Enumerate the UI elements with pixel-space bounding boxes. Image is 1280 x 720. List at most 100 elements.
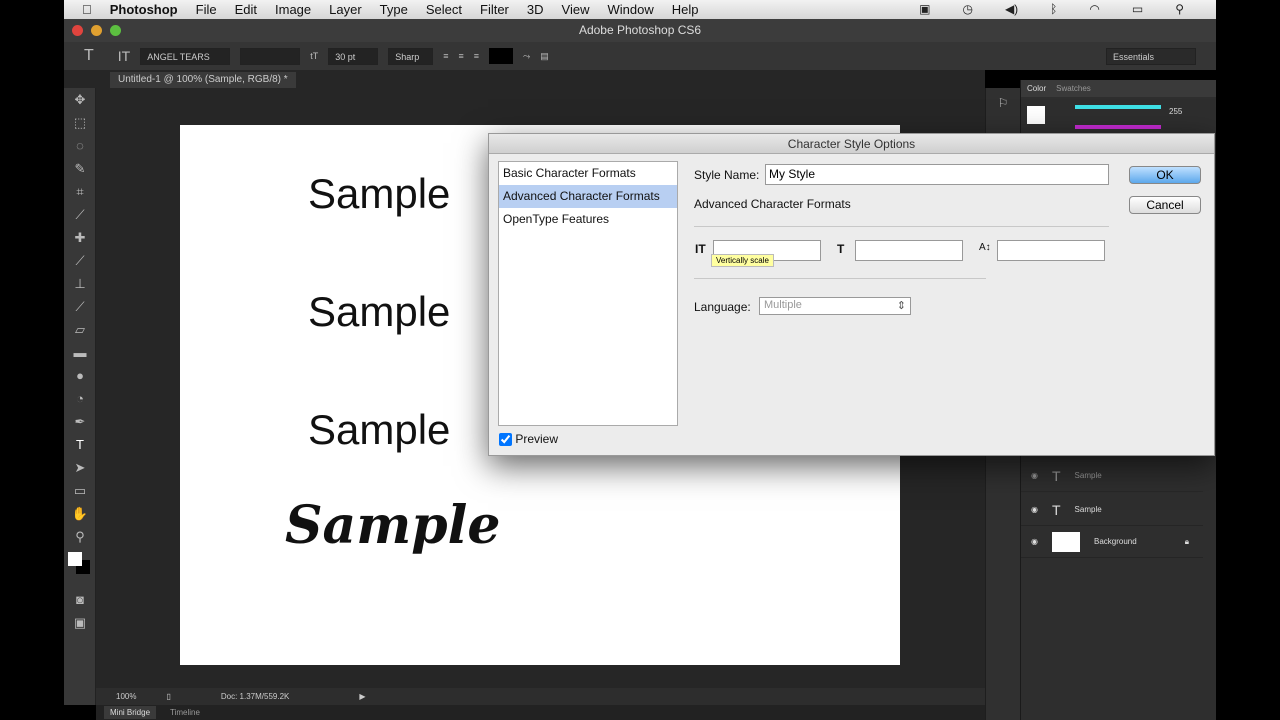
menu-photoshop[interactable]: Photoshop (110, 2, 178, 17)
character-panel-icon[interactable]: ▤ (540, 51, 549, 62)
warp-text-icon[interactable]: ⤳ (523, 51, 530, 62)
foreground-color-swatch[interactable] (68, 552, 82, 566)
orientation-toggle-icon[interactable]: IT (118, 48, 130, 64)
export-icon[interactable]: ▯ (166, 692, 170, 701)
shape-tool-icon[interactable]: ▭ (64, 479, 96, 502)
language-label: Language: (694, 300, 751, 314)
layer-row[interactable]: ◉ T Sample (1021, 494, 1203, 526)
menu-image[interactable]: Image (275, 2, 311, 17)
menu-window[interactable]: Window (607, 2, 653, 17)
style-name-input[interactable]: My Style (765, 164, 1109, 185)
status-menu-arrow-icon[interactable]: ▶ (359, 692, 365, 701)
color-value-1[interactable]: 255 (1169, 107, 1182, 116)
marquee-tool-icon[interactable]: ⬚ (64, 111, 96, 134)
visibility-eye-icon[interactable]: ◉ (1031, 471, 1038, 480)
tooltip: Vertically scale (711, 254, 774, 267)
menu-layer[interactable]: Layer (329, 2, 362, 17)
blur-tool-icon[interactable]: ● (64, 364, 96, 387)
layer-name: Background (1093, 537, 1137, 546)
preview-checkbox-input[interactable] (499, 433, 512, 447)
eraser-tool-icon[interactable]: ▱ (64, 318, 96, 341)
zoom-button[interactable] (110, 25, 121, 36)
volume-icon[interactable]: ◀) (1005, 2, 1018, 16)
display-icon[interactable]: ▣ (919, 2, 930, 16)
type-tool-icon[interactable]: T (84, 47, 94, 65)
baseline-shift-input[interactable] (997, 240, 1105, 261)
category-advanced[interactable]: Advanced Character Formats (499, 185, 677, 208)
close-button[interactable] (72, 25, 83, 36)
layer-row[interactable]: ◉ T Sample (1021, 460, 1203, 492)
battery-icon[interactable]: ▭ (1132, 2, 1143, 16)
zoom-level[interactable]: 100% (116, 692, 136, 701)
ok-button[interactable]: OK (1129, 166, 1201, 184)
color-swatches[interactable] (64, 548, 95, 588)
lasso-tool-icon[interactable]: ◌ (64, 134, 96, 157)
hand-tool-icon[interactable]: ✋ (64, 502, 96, 525)
align-left-button[interactable]: ≡ (443, 51, 448, 61)
minimize-button[interactable] (91, 25, 102, 36)
text-layer-script-sample[interactable]: Sample (285, 495, 500, 556)
tab-color[interactable]: Color (1027, 84, 1046, 93)
menu-select[interactable]: Select (426, 2, 462, 17)
align-right-button[interactable]: ≡ (474, 51, 479, 61)
move-tool-icon[interactable]: ✥ (64, 88, 96, 111)
tab-timeline[interactable]: Timeline (170, 708, 200, 717)
menu-edit[interactable]: Edit (235, 2, 257, 17)
layer-row[interactable]: ◉ Background 🔒︎ (1021, 526, 1203, 558)
cancel-button[interactable]: Cancel (1129, 196, 1201, 214)
tab-swatches[interactable]: Swatches (1056, 84, 1091, 93)
color-slider-1[interactable] (1075, 105, 1161, 109)
menu-file[interactable]: File (196, 2, 217, 17)
visibility-eye-icon[interactable]: ◉ (1031, 537, 1038, 546)
spotlight-search-icon[interactable]: ⚲ (1175, 2, 1184, 16)
menu-view[interactable]: View (562, 2, 590, 17)
pen-tool-icon[interactable]: ✒ (64, 410, 96, 433)
eyedropper-tool-icon[interactable]: ⟋ (64, 203, 96, 226)
quick-mask-icon[interactable]: ◙ (64, 588, 96, 611)
brush-tool-icon[interactable]: ⟋ (64, 249, 96, 272)
apple-icon[interactable]:  (82, 2, 92, 17)
wifi-icon[interactable]: ◠ (1089, 2, 1099, 16)
history-brush-tool-icon[interactable]: ⟋ (64, 295, 96, 318)
font-family-select[interactable]: ANGEL TEARS (140, 47, 231, 65)
gradient-tool-icon[interactable]: ▬ (64, 341, 96, 364)
text-layer-sample[interactable]: Sample (308, 288, 450, 336)
dodge-tool-icon[interactable]: ◔ (64, 387, 96, 410)
path-select-tool-icon[interactable]: ➤ (64, 456, 96, 479)
stamp-tool-icon[interactable]: ⊥ (64, 272, 96, 295)
history-panel-icon[interactable]: ⚐ (986, 96, 1020, 110)
text-layer-sample[interactable]: Sample (308, 170, 450, 218)
color-slider-2[interactable] (1075, 125, 1161, 129)
document-tab[interactable]: Untitled-1 @ 100% (Sample, RGB/8) * (110, 72, 296, 88)
category-opentype[interactable]: OpenType Features (499, 208, 677, 231)
healing-tool-icon[interactable]: ✚ (64, 226, 96, 249)
font-style-select[interactable] (240, 47, 301, 65)
menu-filter[interactable]: Filter (480, 2, 509, 17)
tab-mini-bridge[interactable]: Mini Bridge (104, 706, 157, 719)
quick-select-tool-icon[interactable]: ✎ (64, 157, 96, 180)
color-foreground-swatch[interactable] (1027, 106, 1045, 124)
menu-3d[interactable]: 3D (527, 2, 544, 17)
visibility-eye-icon[interactable]: ◉ (1031, 505, 1038, 514)
type-tool-icon[interactable]: T (64, 433, 96, 456)
menu-help[interactable]: Help (672, 2, 699, 17)
menu-type[interactable]: Type (380, 2, 408, 17)
language-select[interactable]: Multiple ⇕ (759, 297, 911, 315)
text-color-swatch[interactable] (489, 48, 514, 64)
text-layer-sample[interactable]: Sample (308, 406, 450, 454)
font-size-select[interactable]: 30 pt (328, 47, 379, 65)
antialias-select[interactable]: Sharp (388, 47, 434, 65)
screen-mode-icon[interactable]: ▣ (64, 611, 96, 634)
preview-checkbox[interactable]: Preview (499, 432, 558, 447)
crop-tool-icon[interactable]: ⌗ (64, 180, 96, 203)
horizontal-scale-input[interactable] (855, 240, 963, 261)
zoom-tool-icon[interactable]: ⚲ (64, 525, 96, 548)
horizontal-scale-icon: T (837, 242, 845, 256)
workspace-select[interactable]: Essentials (1106, 47, 1196, 65)
time-machine-icon[interactable]: ◷ (962, 2, 972, 16)
category-basic[interactable]: Basic Character Formats (499, 162, 677, 185)
updown-chevron-icon: ⇕ (896, 300, 906, 312)
bluetooth-icon[interactable]: ᛒ (1050, 2, 1057, 16)
bottom-panel-tabs: Mini Bridge Timeline (96, 705, 985, 720)
align-center-button[interactable]: ≡ (459, 51, 464, 61)
